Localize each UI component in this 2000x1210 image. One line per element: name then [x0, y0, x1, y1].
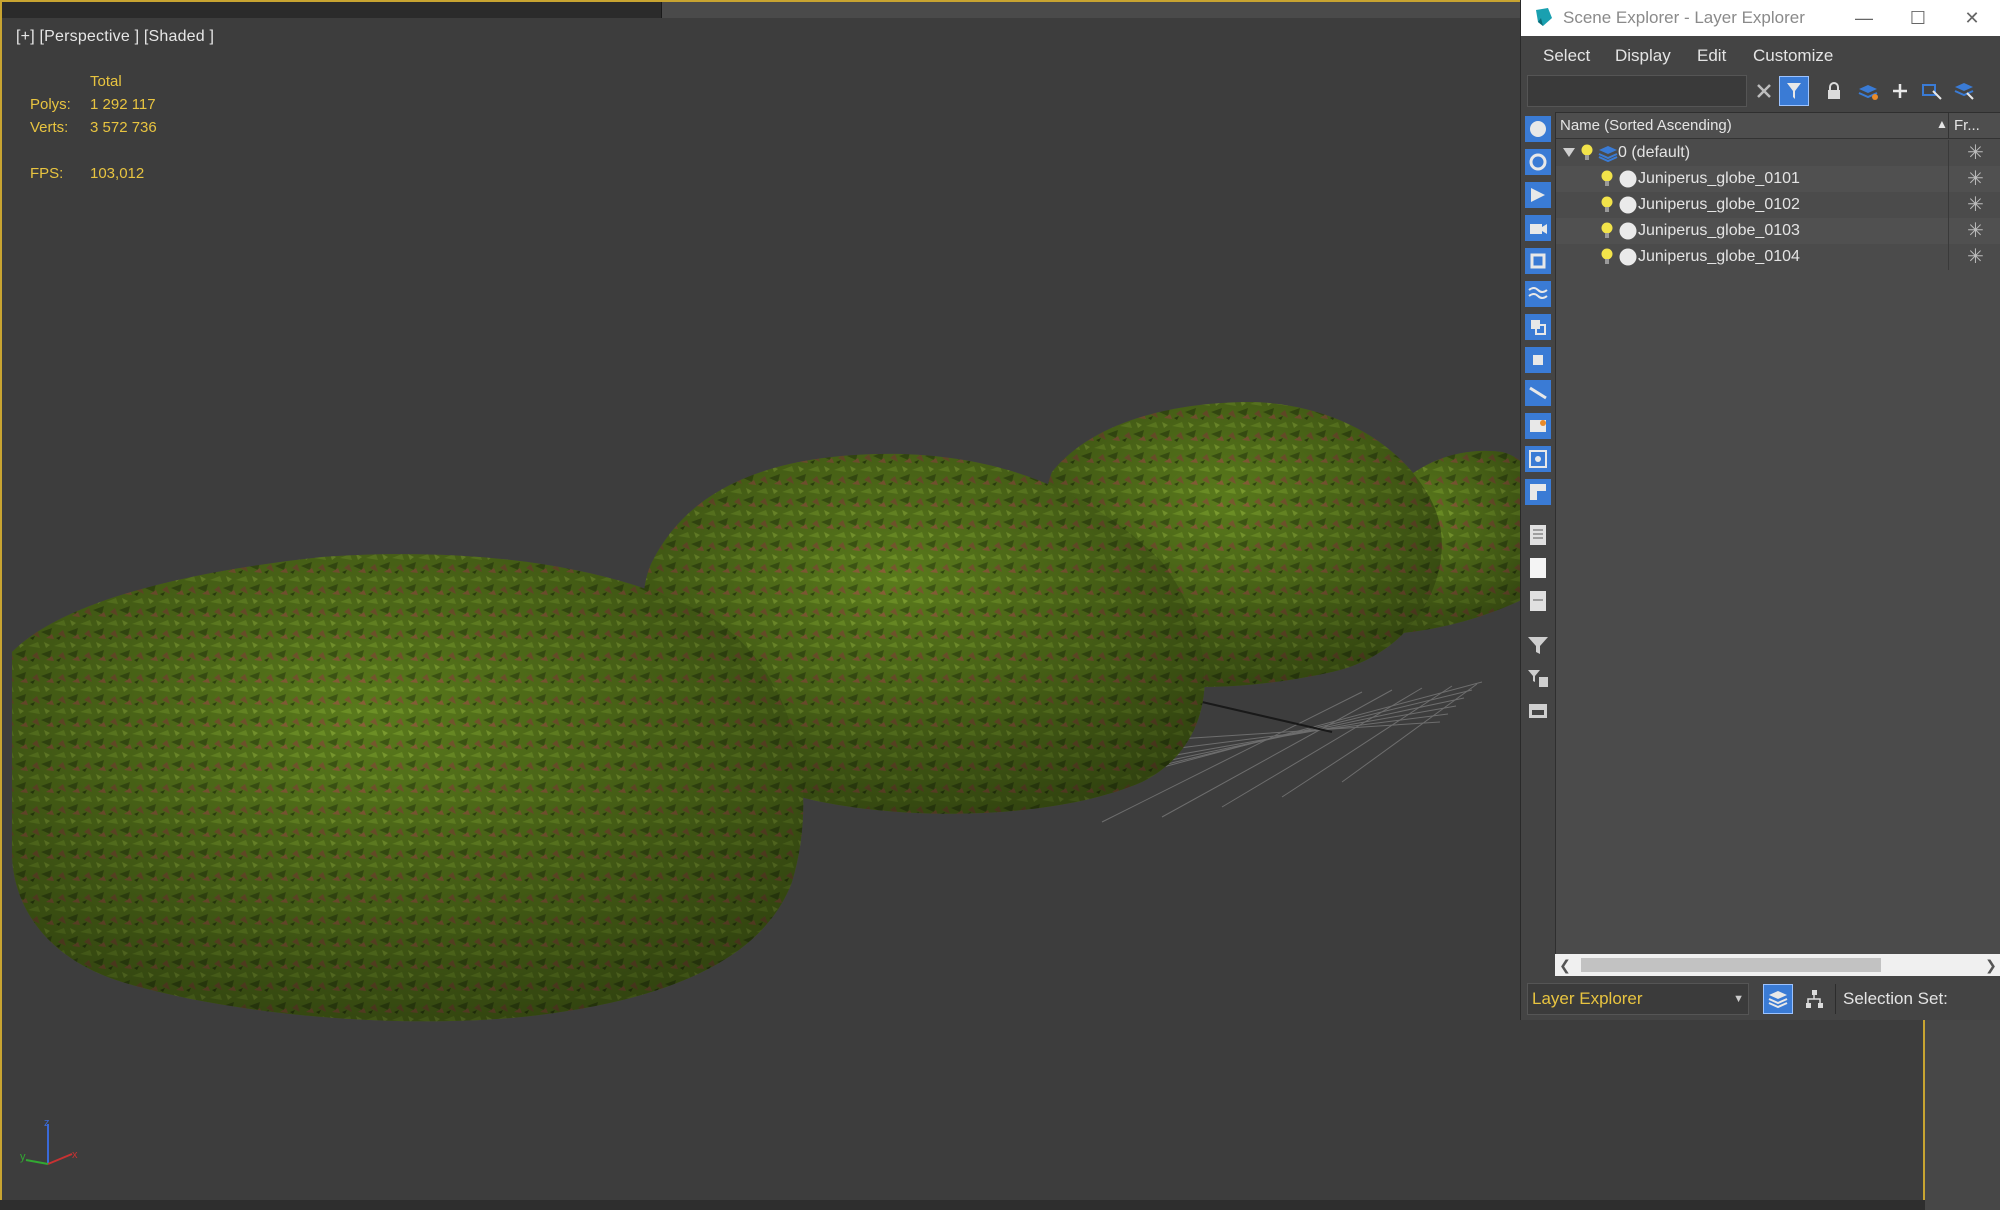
- object-row[interactable]: Juniperus_globe_0104 ✳: [1556, 244, 2000, 270]
- tree-label: Juniperus_globe_0104: [1638, 248, 1800, 265]
- gizmo-x-label: x: [72, 1149, 78, 1161]
- selection-set-label: Selection Set:: [1843, 989, 1948, 1008]
- close-button[interactable]: ✕: [1949, 4, 1995, 32]
- polys-label: Polys:: [30, 96, 71, 113]
- horizontal-scrollbar[interactable]: ❮ ❯: [1555, 954, 2000, 976]
- filter-icon[interactable]: [1525, 632, 1551, 658]
- chevron-down-icon: ▼: [1733, 993, 1744, 1005]
- explorer-mode-value: Layer Explorer: [1532, 989, 1643, 1008]
- camera-filter-icon[interactable]: [1525, 215, 1551, 241]
- explorer-mode-dropdown[interactable]: Layer Explorer ▼: [1527, 983, 1749, 1015]
- display-filter-toolbar: [1521, 112, 1555, 982]
- freeze-snowflake-icon[interactable]: ✳: [1948, 166, 2000, 192]
- viewport-bottom-strip: [0, 1200, 1925, 1210]
- tree-label: Juniperus_globe_0103: [1638, 222, 1800, 239]
- object-row[interactable]: Juniperus_globe_0101 ✳: [1556, 166, 2000, 192]
- freeze-snowflake-icon[interactable]: ✳: [1948, 140, 2000, 166]
- scrollbar-thumb[interactable]: [1581, 958, 1881, 972]
- column-name-header[interactable]: Name (Sorted Ascending): [1560, 117, 1732, 134]
- fps-label: FPS:: [30, 165, 64, 182]
- clear-search-icon[interactable]: [1749, 76, 1779, 106]
- geometry-sphere-icon: [1619, 196, 1637, 214]
- viewport-label[interactable]: [+] [Perspective ] [Shaded ]: [16, 28, 214, 46]
- tree-label: 0 (default): [1618, 144, 1691, 161]
- fps-value: 103,012: [90, 165, 145, 182]
- title-bar[interactable]: Scene Explorer - Layer Explorer — ☐ ✕: [1521, 0, 2000, 36]
- display-none-icon[interactable]: [1525, 555, 1551, 581]
- hidden-filter-icon[interactable]: [1525, 479, 1551, 505]
- layer-tree[interactable]: Name (Sorted Ascending) ▲ Fr... 0 (defau…: [1555, 112, 2000, 968]
- display-all-icon[interactable]: [1525, 522, 1551, 548]
- lightbulb-icon[interactable]: [1580, 143, 1594, 163]
- axis-gizmo: [25, 1124, 73, 1165]
- helper-filter-icon[interactable]: [1525, 248, 1551, 274]
- maximize-button[interactable]: ☐: [1895, 4, 1941, 32]
- lightbulb-icon[interactable]: [1600, 221, 1614, 241]
- menu-bar: Select Display Edit Customize: [1521, 38, 2000, 72]
- menu-edit[interactable]: Edit: [1697, 46, 1726, 66]
- layer-row-default[interactable]: 0 (default) ✳: [1556, 140, 2000, 166]
- spacewarp-filter-icon[interactable]: [1525, 281, 1551, 307]
- expand-arrow-icon[interactable]: [1562, 146, 1576, 158]
- group-filter-icon[interactable]: [1525, 314, 1551, 340]
- search-input[interactable]: [1527, 75, 1747, 107]
- object-row[interactable]: Juniperus_globe_0103 ✳: [1556, 218, 2000, 244]
- geometry-sphere-icon: [1619, 170, 1637, 188]
- lightbulb-icon[interactable]: [1600, 247, 1614, 267]
- menu-display[interactable]: Display: [1615, 46, 1671, 66]
- menu-select[interactable]: Select: [1543, 46, 1590, 66]
- geometry-sphere-icon: [1619, 222, 1637, 240]
- container-filter-icon[interactable]: [1525, 413, 1551, 439]
- explorer-bottom-bar: Layer Explorer ▼ Selection Set:: [1521, 980, 2000, 1020]
- polys-value: 1 292 117: [90, 96, 156, 113]
- geometry-sphere-icon: [1619, 248, 1637, 266]
- column-header[interactable]: Name (Sorted Ascending) ▲ Fr...: [1556, 113, 2000, 139]
- layer-stack-icon: [1598, 146, 1618, 163]
- stats-header: Total: [90, 73, 122, 90]
- screen: z x y [+] [Perspective ] [Shaded ] Total…: [0, 0, 2000, 1210]
- add-icon[interactable]: [1885, 76, 1915, 106]
- find-case-icon[interactable]: [1525, 698, 1551, 724]
- select-objects-icon[interactable]: [1917, 76, 1947, 106]
- filter-toggle-icon[interactable]: [1779, 76, 1809, 106]
- filter-list-icon[interactable]: [1525, 665, 1551, 691]
- viewport-statistics: Total Polys: 1 292 117 Verts: 3 572 736 FP…: [30, 70, 157, 185]
- display-invert-icon[interactable]: [1525, 588, 1551, 614]
- window-title: Scene Explorer - Layer Explorer: [1563, 8, 1805, 27]
- gizmo-y-label: y: [20, 1151, 26, 1163]
- light-filter-icon[interactable]: [1525, 182, 1551, 208]
- gizmo-z-label: z: [44, 1117, 50, 1129]
- sort-ascending-icon: ▲: [1936, 117, 1948, 131]
- tree-label: Juniperus_globe_0101: [1638, 170, 1800, 187]
- freeze-snowflake-icon[interactable]: ✳: [1948, 218, 2000, 244]
- frozen-filter-icon[interactable]: [1525, 446, 1551, 472]
- lightbulb-icon[interactable]: [1600, 169, 1614, 189]
- lightbulb-icon[interactable]: [1600, 195, 1614, 215]
- hierarchy-icon[interactable]: [1799, 984, 1829, 1014]
- scroll-right-icon[interactable]: ❯: [1981, 954, 2000, 976]
- freeze-snowflake-icon[interactable]: ✳: [1948, 192, 2000, 218]
- object-row[interactable]: Juniperus_globe_0102 ✳: [1556, 192, 2000, 218]
- menu-customize[interactable]: Customize: [1753, 46, 1833, 66]
- highlight-selected-icon[interactable]: [1949, 76, 1979, 106]
- column-freeze-header[interactable]: Fr...: [1954, 117, 1980, 134]
- scene-explorer-window: Scene Explorer - Layer Explorer — ☐ ✕ Se…: [1520, 0, 2000, 1020]
- geometry-filter-icon[interactable]: [1525, 116, 1551, 142]
- explorer-toolbar: [1521, 72, 2000, 112]
- minimize-button[interactable]: —: [1841, 4, 1887, 32]
- tree-label: Juniperus_globe_0102: [1638, 196, 1800, 213]
- bush-0101: [12, 554, 804, 1022]
- app-logo-icon: [1536, 8, 1552, 26]
- xref-filter-icon[interactable]: [1525, 347, 1551, 373]
- shape-filter-icon[interactable]: [1525, 149, 1551, 175]
- verts-value: 3 572 736: [90, 119, 157, 136]
- verts-label: Verts:: [30, 119, 69, 136]
- lock-icon[interactable]: [1819, 76, 1849, 106]
- scroll-left-icon[interactable]: ❮: [1555, 954, 1575, 976]
- bone-filter-icon[interactable]: [1525, 380, 1551, 406]
- sort-by-layer-icon[interactable]: [1763, 984, 1793, 1014]
- new-layer-icon[interactable]: [1853, 76, 1883, 106]
- freeze-snowflake-icon[interactable]: ✳: [1948, 244, 2000, 270]
